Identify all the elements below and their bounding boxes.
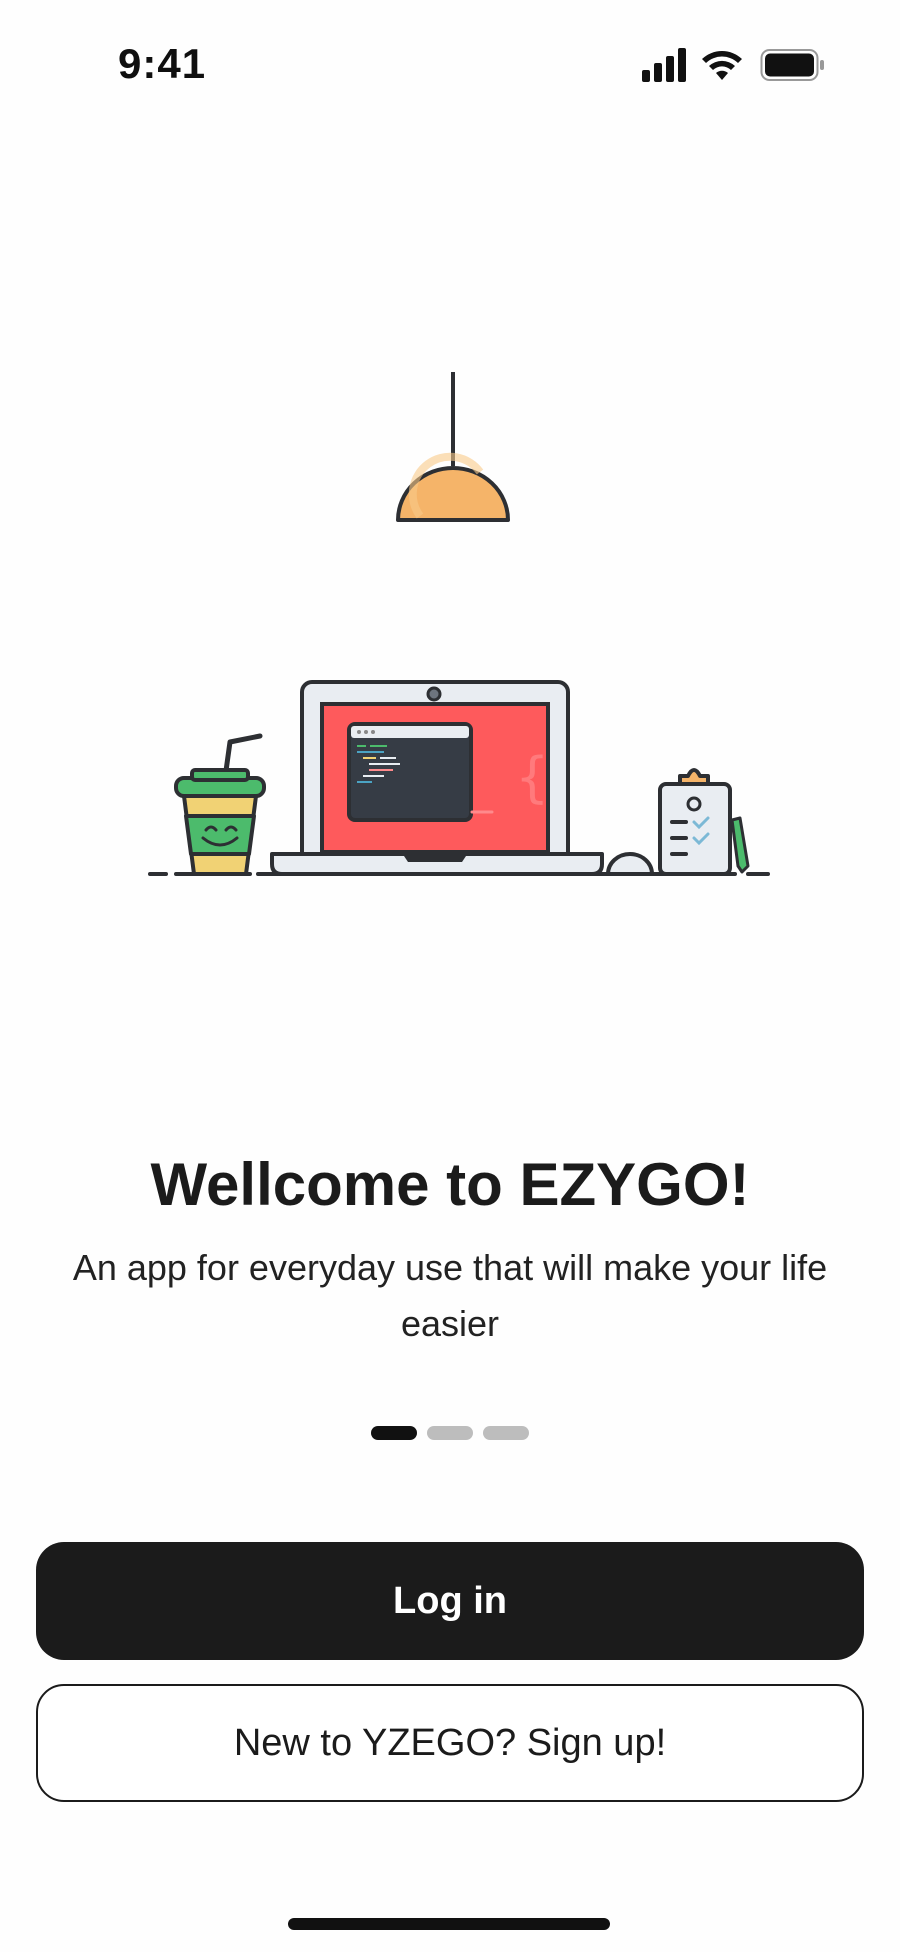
cellular-signal-icon: [642, 48, 686, 82]
workspace-illustration: {: [0, 360, 900, 900]
mouse-icon: [606, 852, 654, 876]
login-button[interactable]: Log in: [36, 1542, 864, 1660]
page-dot-3[interactable]: [483, 1426, 529, 1440]
laptop-icon: {: [270, 680, 604, 876]
page-dot-1[interactable]: [371, 1426, 417, 1440]
battery-icon: [760, 49, 824, 81]
wifi-icon: [702, 51, 742, 80]
status-time: 9:41: [118, 40, 207, 87]
page-indicator: [371, 1426, 531, 1442]
signup-button[interactable]: New to YZEGO? Sign up!: [36, 1684, 864, 1802]
status-bar: 9:41: [0, 0, 900, 140]
clipboard-icon: [658, 768, 750, 876]
lamp-icon: [396, 372, 510, 522]
svg-text:{: {: [515, 746, 549, 809]
onboarding-subtitle: An app for everyday use that will make y…: [72, 1247, 828, 1344]
onboarding-title: Wellcome to EZYGO!: [150, 1151, 750, 1218]
status-icons: [642, 48, 832, 88]
home-indicator[interactable]: [288, 1918, 610, 1930]
coffee-cup-icon: [174, 733, 266, 876]
page-dot-2[interactable]: [427, 1426, 473, 1440]
